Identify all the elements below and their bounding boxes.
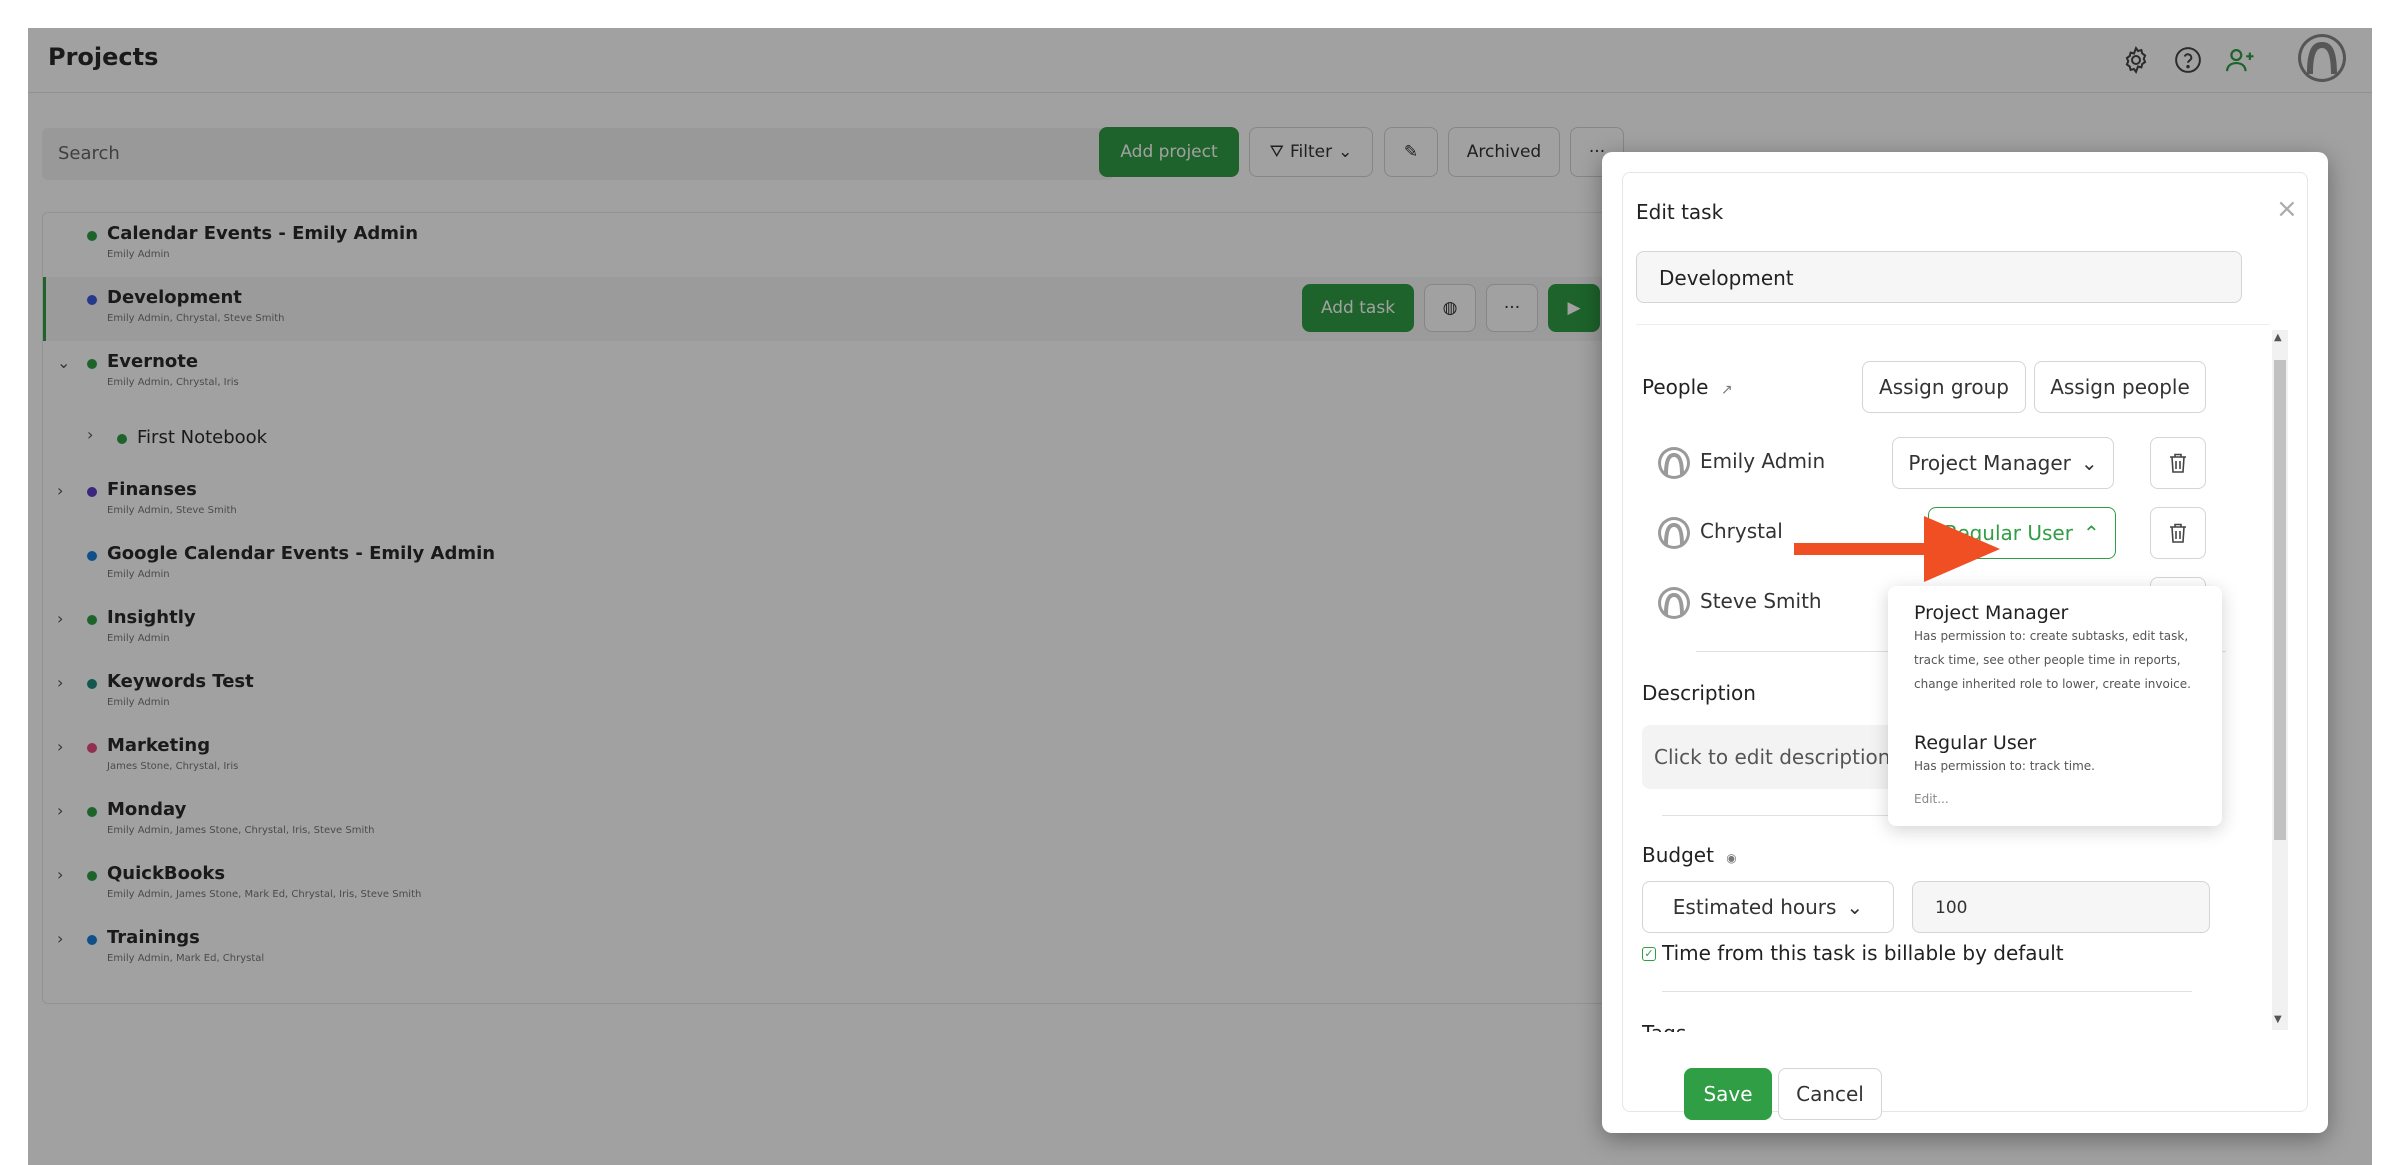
role-select[interactable]: Project Manager ⌄ xyxy=(1892,437,2114,489)
tags-label: Tags xyxy=(1642,1021,1686,1032)
chevron-down-icon: ⌄ xyxy=(1846,895,1864,919)
save-button[interactable]: Save xyxy=(1684,1068,1772,1120)
people-label-text: People xyxy=(1642,375,1709,399)
person-name: Chrystal xyxy=(1700,519,1783,543)
cancel-button[interactable]: Cancel xyxy=(1778,1068,1882,1120)
budget-type-value: Estimated hours xyxy=(1672,895,1837,919)
trash-icon xyxy=(2170,523,2186,543)
divider xyxy=(1662,991,2192,992)
assign-group-button[interactable]: Assign group xyxy=(1862,361,2026,413)
close-icon[interactable]: × xyxy=(2276,194,2298,224)
person-name: Emily Admin xyxy=(1700,449,1826,473)
chevron-up-icon: ⌃ xyxy=(2082,521,2100,545)
people-label: People ↗ xyxy=(1642,375,1733,399)
role-value: Project Manager xyxy=(1908,451,2071,475)
remove-person-button[interactable] xyxy=(2150,437,2206,489)
app-window: Projects Search Add project ⛛ Filter ⌄ ✎… xyxy=(28,28,2372,1165)
person-name: Steve Smith xyxy=(1700,589,1822,613)
role-option-regular-user[interactable]: Regular User xyxy=(1914,732,2036,754)
role-option-description: Has permission to: track time. xyxy=(1914,759,2095,773)
assign-people-label: Assign people xyxy=(2050,375,2190,399)
scroll-down-icon[interactable]: ▼ xyxy=(2274,1014,2282,1025)
scrollbar-thumb[interactable] xyxy=(2274,360,2286,840)
billable-checkbox[interactable]: ✓ xyxy=(1642,947,1656,961)
trash-icon xyxy=(2170,453,2186,473)
billable-label: Time from this task is billable by defau… xyxy=(1662,941,2064,965)
budget-type-select[interactable]: Estimated hours ⌄ xyxy=(1642,881,1894,933)
role-dropdown-menu: Project Manager Has permission to: creat… xyxy=(1888,586,2222,826)
scroll-up-icon[interactable]: ▲ xyxy=(2274,332,2282,343)
person-avatar-icon xyxy=(1658,587,1690,619)
budget-value-input[interactable]: 100 xyxy=(1912,881,2210,933)
dialog-title: Edit task xyxy=(1636,200,1724,224)
person-avatar-icon xyxy=(1658,517,1690,549)
task-name-input[interactable]: Development xyxy=(1636,251,2242,303)
budget-label: Budget ◉ xyxy=(1642,843,1737,867)
dialog-scrollbar[interactable]: ▲ ▼ xyxy=(2272,330,2288,1030)
cancel-label: Cancel xyxy=(1796,1082,1864,1106)
external-link-icon[interactable]: ↗ xyxy=(1721,382,1733,398)
remove-person-button[interactable] xyxy=(2150,507,2206,559)
annotation-arrow-icon xyxy=(1794,516,2000,582)
edit-roles-link[interactable]: Edit... xyxy=(1914,792,1949,806)
role-option-description: Has permission to: create subtasks, edit… xyxy=(1914,629,2191,691)
budget-label-text: Budget xyxy=(1642,843,1714,867)
role-option-project-manager[interactable]: Project Manager xyxy=(1914,602,2068,624)
assign-group-label: Assign group xyxy=(1879,375,2009,399)
person-avatar-icon xyxy=(1658,447,1690,479)
chevron-down-icon: ⌄ xyxy=(2080,451,2098,475)
description-label: Description xyxy=(1642,681,1756,705)
info-icon[interactable]: ◉ xyxy=(1726,851,1736,865)
assign-people-button[interactable]: Assign people xyxy=(2034,361,2206,413)
save-label: Save xyxy=(1703,1082,1753,1106)
